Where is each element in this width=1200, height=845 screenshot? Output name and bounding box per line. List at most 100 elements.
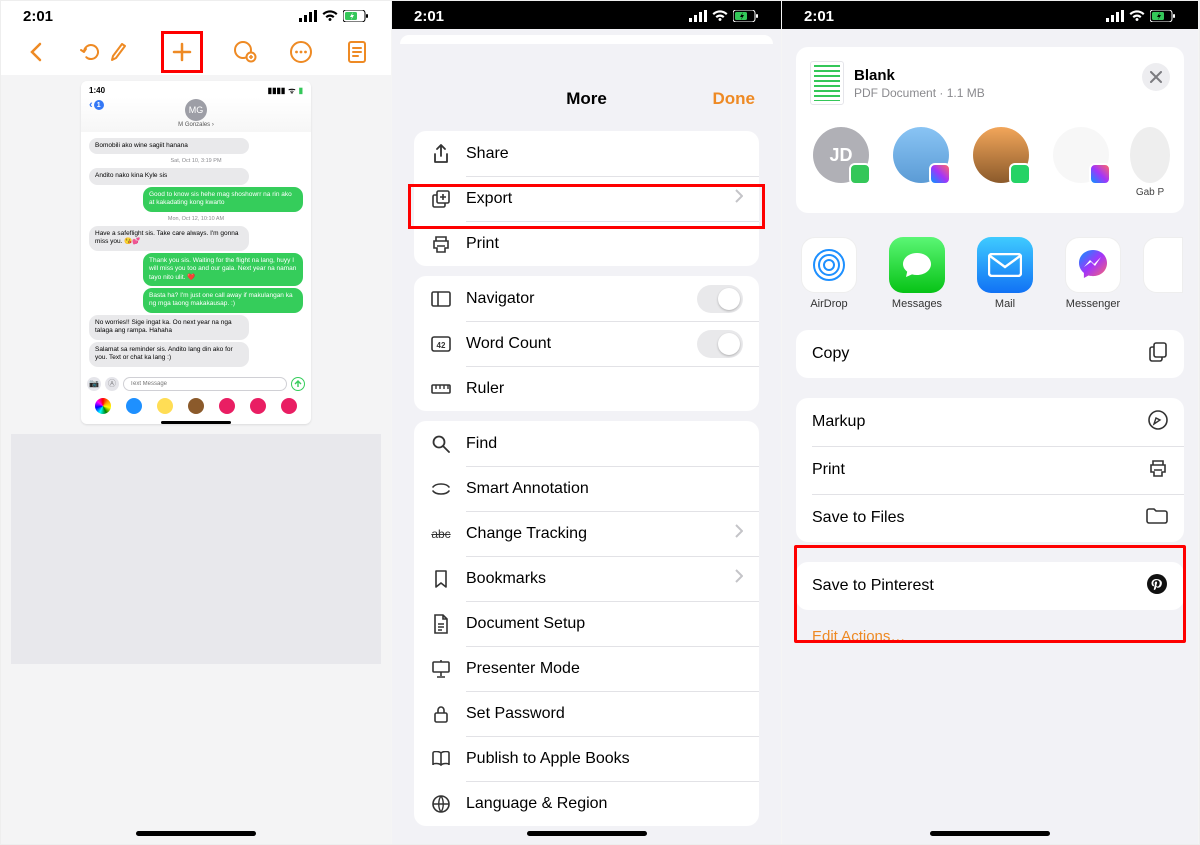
more-app-icon [1143,237,1183,293]
group-view: Navigator 42 Word Count Ruler [414,276,759,411]
format-brush-button[interactable] [105,38,133,66]
action-group-3: Save to Pinterest [796,562,1184,610]
action-print[interactable]: Print [796,446,1184,494]
globe-icon [430,795,452,813]
compose-bar: 📷 Ⓐ [81,373,311,395]
row-label: Set Password [466,705,743,723]
bookmark-icon [430,570,452,588]
person-suggestion[interactable] [890,127,952,199]
inner-wifi-icon: ᯤ [288,85,295,96]
messenger-icon [1065,237,1121,293]
toggle-off[interactable] [697,285,743,313]
person-suggestion[interactable] [970,127,1032,199]
person-name: Gab P [1136,187,1164,199]
action-save-to-files[interactable]: Save to Files [796,494,1184,542]
action-markup[interactable]: Markup [796,398,1184,446]
close-button[interactable] [1142,63,1170,91]
row-document-setup[interactable]: Document Setup [414,601,759,646]
more-sheet-backdrop: More Done Share Export Print [392,29,781,844]
row-label: Bookmarks [466,570,735,588]
sticker-app-icon[interactable] [188,398,204,414]
contact-name[interactable]: M Gonzales › [178,122,214,128]
row-publish-apple-books[interactable]: Publish to Apple Books [414,736,759,781]
person-avatar [1130,127,1170,183]
edit-actions-link[interactable]: Edit Actions… [812,628,1168,645]
message-out[interactable]: Basta ha? I'm just one call away if maku… [143,288,303,313]
message-out[interactable]: Good to know sis hehe mag shoshowrr na r… [143,187,303,212]
app-mail[interactable]: Mail [972,237,1038,310]
inserted-messages-screenshot[interactable]: 1:40 ▮▮▮▮ᯤ▮ ‹1 MG M Gonzales › Bomobili … [81,81,311,424]
copy-icon [1148,341,1168,368]
airdrop-icon [801,237,857,293]
send-button[interactable] [291,377,305,391]
photos-app-icon[interactable] [95,398,111,414]
row-presenter-mode[interactable]: Presenter Mode [414,646,759,691]
appstore-app-icon[interactable] [126,398,142,414]
group-share: Share Export Print [414,131,759,266]
toggle-off[interactable] [697,330,743,358]
home-indicator[interactable] [136,831,256,836]
music-app-icon[interactable] [250,398,266,414]
sticker2-app-icon[interactable] [219,398,235,414]
message-in[interactable]: No worries!! Sige ingat ka. Oo next year… [89,315,249,340]
message-in[interactable]: Have a safeflight sis. Take care always.… [89,226,249,251]
row-change-tracking[interactable]: abc Change Tracking [414,511,759,556]
messages-back[interactable]: ‹1 [89,99,104,111]
memoji-app-icon[interactable] [157,398,173,414]
wifi-icon [712,10,728,22]
row-language-region[interactable]: Language & Region [414,781,759,826]
appstore-icon[interactable]: Ⓐ [105,377,119,391]
add-button[interactable] [168,38,196,66]
status-icons [1106,10,1176,22]
more-button[interactable] [287,38,315,66]
heart-app-icon[interactable] [281,398,297,414]
person-suggestion[interactable] [1050,127,1112,199]
row-label: Language & Region [466,795,743,813]
person-suggestion[interactable]: JD [810,127,872,199]
row-ruler[interactable]: Ruler [414,366,759,411]
svg-text:42: 42 [437,341,446,350]
row-find[interactable]: Find [414,421,759,466]
row-export[interactable]: Export [414,176,759,221]
done-button[interactable]: Done [713,89,756,109]
row-bookmarks[interactable]: Bookmarks [414,556,759,601]
row-set-password[interactable]: Set Password [414,691,759,736]
word-count-icon: 42 [430,336,452,352]
person-suggestion[interactable]: Gab P [1130,127,1170,199]
row-wordcount[interactable]: 42 Word Count [414,321,759,366]
app-label: Messenger [1066,298,1120,310]
back-button[interactable] [21,38,49,66]
camera-icon[interactable]: 📷 [87,377,101,391]
home-indicator[interactable] [930,831,1050,836]
app-messenger[interactable]: Messenger [1060,237,1126,310]
action-label: Save to Files [812,509,904,527]
undo-button[interactable] [77,38,105,66]
message-in[interactable]: Bomobili ako wine sagiit hanana [89,138,249,154]
background-card-peek [400,35,773,44]
home-indicator[interactable] [527,831,647,836]
app-messages[interactable]: Messages [884,237,950,310]
person-avatar [973,127,1029,183]
message-in[interactable]: Salamat sa reminder sis. Andito lang din… [89,342,249,367]
app-airdrop[interactable]: AirDrop [796,237,862,310]
battery-icon [343,10,369,22]
contact-avatar[interactable]: MG [185,99,207,121]
document-panel-button[interactable] [343,38,371,66]
message-out[interactable]: Thank you sis. Waiting for the flight na… [143,253,303,286]
row-navigator[interactable]: Navigator [414,276,759,321]
messenger-badge-icon [929,163,951,185]
row-label: Publish to Apple Books [466,750,743,768]
action-copy[interactable]: Copy [796,330,1184,378]
row-label: Print [466,235,743,253]
row-share[interactable]: Share [414,131,759,176]
action-save-to-pinterest[interactable]: Save to Pinterest [796,562,1184,610]
lock-icon [430,705,452,723]
row-print[interactable]: Print [414,221,759,266]
row-smart-annotation[interactable]: Smart Annotation [414,466,759,511]
status-time: 2:01 [23,8,53,25]
collaborate-button[interactable] [231,38,259,66]
app-more[interactable] [1148,237,1178,310]
chevron-right-icon [735,569,743,588]
message-in[interactable]: Andito nako kina Kyle sis [89,168,249,184]
message-input[interactable] [123,377,287,391]
